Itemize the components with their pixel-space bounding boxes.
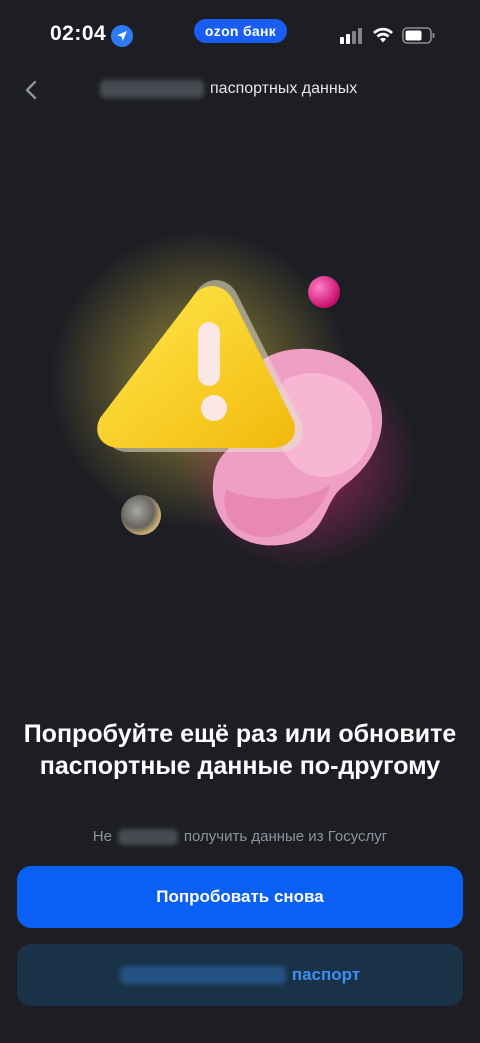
warning-illustration [50,230,420,570]
subtitle-prefix: Не [92,828,112,845]
redacted-text [100,80,204,98]
home-indicator-area [0,1031,480,1043]
brand-badge: ozon банк [194,19,287,43]
chevron-left-icon [25,80,37,100]
wifi-icon [373,27,393,43]
redacted-text [117,828,178,845]
glass-sphere [121,495,161,535]
cellular-signal-icon [340,28,362,44]
page-title: паспортных данных [100,80,357,98]
back-button[interactable] [18,76,46,104]
status-bar: 02:04 ozon банк [0,0,480,70]
battery-icon [402,27,435,44]
secondary-button-label: паспорт [291,965,361,984]
redacted-text [119,966,286,984]
page-title-text: паспортных данных [210,80,358,97]
status-time: 02:04 [50,22,107,45]
try-again-button[interactable]: Попробовать снова [17,866,463,928]
pink-sphere [308,276,340,308]
subtitle-suffix: получить данные из Госуслуг [183,828,388,845]
update-passport-button[interactable]: паспорт [17,944,463,1006]
error-subtitle: Не получить данные из Госуслуг [0,828,480,845]
error-headline: Попробуйте ещё раз или обновите паспортн… [23,720,457,780]
location-arrow-icon [111,25,133,47]
nav-bar: паспортных данных [0,70,480,110]
